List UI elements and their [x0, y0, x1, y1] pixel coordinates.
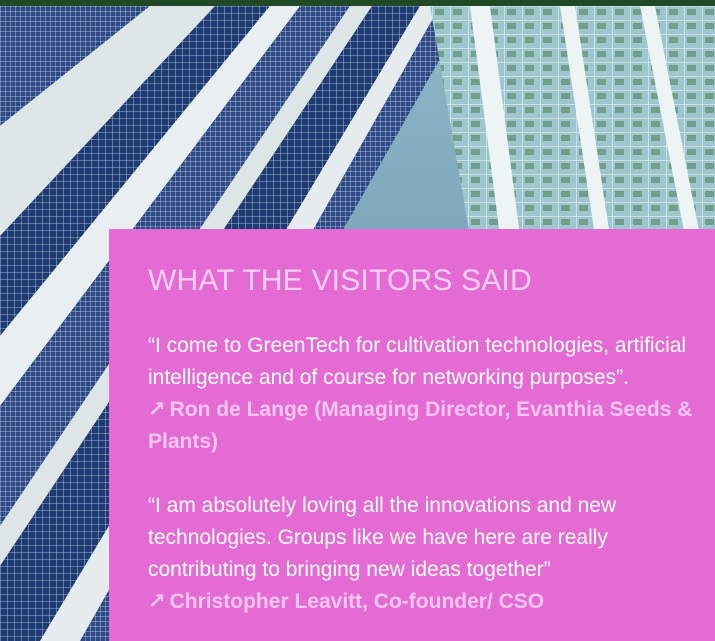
- section-heading: WHAT THE VISITORS SAID: [148, 264, 532, 297]
- testimonial-2: “I am absolutely loving all the innovati…: [148, 490, 715, 618]
- testimonial-quote: “I am absolutely loving all the innovati…: [148, 494, 617, 581]
- attribution-name: Ron de Lange (Managing Director, Evanthi…: [148, 398, 693, 453]
- testimonial-1: “I come to GreenTech for cultivation tec…: [148, 330, 715, 458]
- north-east-arrow-icon: ↗: [148, 590, 166, 613]
- testimonial-attribution-link[interactable]: ↗ Christopher Leavitt, Co-founder/ CSO: [148, 586, 715, 618]
- testimonial-quote: “I come to GreenTech for cultivation tec…: [148, 334, 687, 389]
- attribution-name: Christopher Leavitt, Co-founder/ CSO: [169, 590, 545, 613]
- testimonial-attribution-link[interactable]: ↗ Ron de Lange (Managing Director, Evanth…: [148, 394, 715, 458]
- testimonials-content: WHAT THE VISITORS SAID “I come to GreenT…: [148, 263, 715, 618]
- north-east-arrow-icon: ↗: [148, 398, 166, 421]
- testimonials-panel: WHAT THE VISITORS SAID “I come to GreenT…: [109, 229, 715, 641]
